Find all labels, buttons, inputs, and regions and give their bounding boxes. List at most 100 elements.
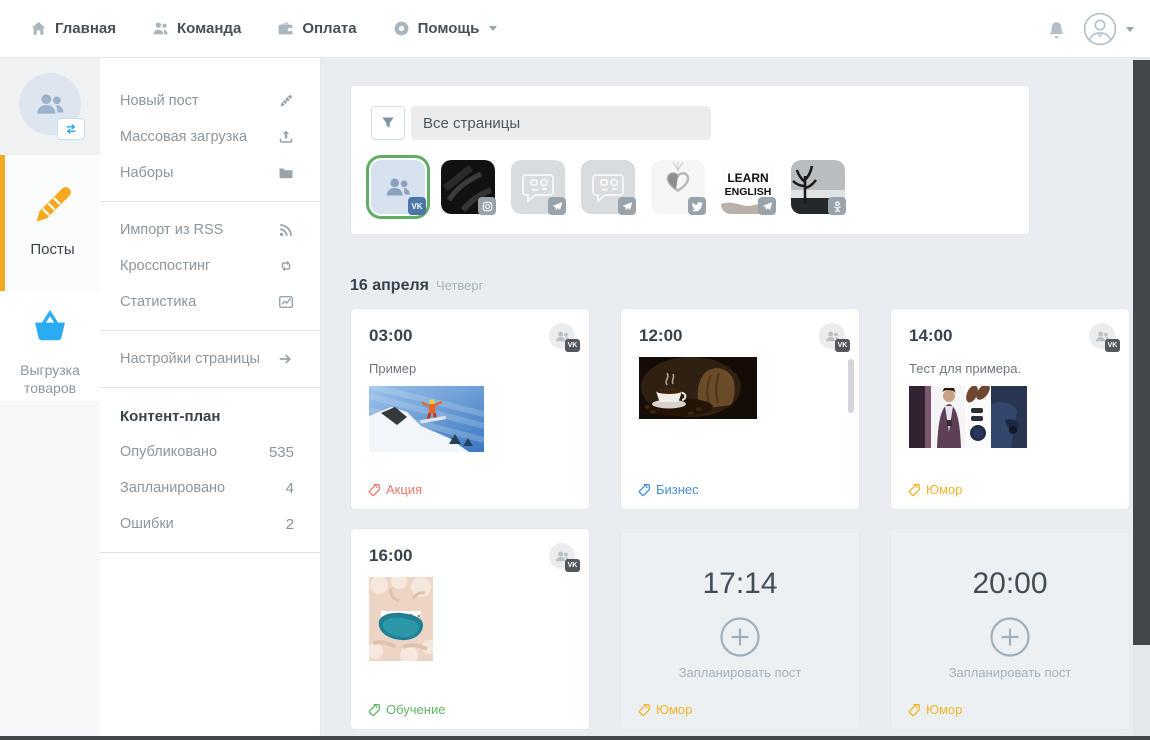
content-plan-label: Ошибки: [120, 516, 174, 532]
vk-badge-icon: VK: [1105, 339, 1120, 352]
post-text: Тест для примера.: [909, 361, 1022, 376]
empty-slot-card[interactable]: 17:14 Запланировать пост Юмор: [620, 528, 860, 730]
page-thumbnail-telegram[interactable]: [581, 160, 636, 215]
page-avatar: VK: [549, 543, 580, 572]
slot-time: 20:00: [972, 567, 1048, 600]
nav-item-team[interactable]: Команда: [152, 20, 241, 37]
sidebar-item-label: Настройки страницы: [120, 351, 260, 367]
rail-item-posts[interactable]: Посты: [0, 155, 100, 291]
sidebar-item[interactable]: Кросспостинг: [100, 248, 320, 284]
page-thumbnail-telegram[interactable]: LEARN ENGLISH: [721, 160, 776, 215]
pages-filter-input[interactable]: [411, 106, 711, 140]
svg-text:LEARN: LEARN: [727, 171, 768, 185]
sidebar-item[interactable]: Массовая загрузка: [100, 119, 320, 155]
odnoklassniki-icon: [831, 200, 844, 213]
post-tag[interactable]: Юмор: [907, 702, 962, 717]
vk-badge-icon: VK: [835, 339, 850, 352]
page-avatar: VK: [1089, 323, 1120, 352]
user-menu[interactable]: [1083, 12, 1134, 46]
post-cards-grid: 03:00 VK Пример Акция 12:00 VK Бизнес 14:00 VK Те…: [350, 308, 1133, 730]
nav-item-help[interactable]: Помощь: [393, 20, 498, 37]
sidebar-item-label: Импорт из RSS: [120, 222, 224, 238]
post-tag-label: Юмор: [926, 482, 963, 497]
post-tag[interactable]: Юмор: [637, 702, 692, 717]
main-scrollbar-thumb[interactable]: [1133, 60, 1150, 645]
weekday-label: Четверг: [435, 278, 484, 293]
nav-label: Главная: [55, 20, 117, 37]
schedule-post-label[interactable]: Запланировать пост: [909, 665, 1111, 680]
sidebar-item-label: Наборы: [120, 165, 174, 181]
funnel-icon: [380, 115, 396, 131]
account-section: [0, 58, 100, 155]
notifications-bell-icon[interactable]: [1046, 19, 1067, 40]
post-image[interactable]: [909, 386, 1111, 448]
post-image[interactable]: [639, 357, 841, 419]
vk-badge-icon: VK: [565, 559, 580, 572]
post-tag[interactable]: Акция: [367, 482, 422, 497]
content-plan-row[interactable]: Ошибки 2: [100, 506, 320, 542]
page-thumbnail-odnoklassniki[interactable]: [791, 160, 846, 215]
content-plan-label: Опубликовано: [120, 444, 218, 460]
plus-circle-icon[interactable]: [990, 617, 1030, 657]
post-tag[interactable]: Бизнес: [637, 482, 699, 497]
basket-icon: [31, 309, 69, 347]
post-tag-label: Юмор: [926, 702, 963, 717]
pencil-sm-icon: [278, 93, 294, 109]
sidebar-item[interactable]: Статистика: [100, 284, 320, 320]
content-plan-row[interactable]: Опубликовано 535: [100, 434, 320, 470]
empty-slot-card[interactable]: 20:00 Запланировать пост Юмор: [890, 528, 1130, 730]
sidebar-item[interactable]: Новый пост: [100, 83, 320, 119]
tag-icon: [367, 703, 381, 717]
post-card[interactable]: 03:00 VK Пример Акция: [350, 308, 590, 510]
post-image[interactable]: [369, 577, 571, 661]
divider: [100, 387, 320, 388]
pencil-icon: [31, 183, 75, 227]
sidebar-menu: Новый пост Массовая загрузка Наборы Импорт …: [100, 58, 321, 740]
chevron-down-icon: [1126, 26, 1134, 32]
sidebar-item[interactable]: Импорт из RSS: [100, 212, 320, 248]
vk-badge-icon: VK: [408, 197, 426, 215]
schedule-post-label[interactable]: Запланировать пост: [639, 665, 841, 680]
sidebar-item-label: Новый пост: [120, 93, 199, 109]
sidebar-item[interactable]: Наборы: [100, 155, 320, 191]
sidebar-item-label: Кросспостинг: [120, 258, 211, 274]
sidebar-item-label: Статистика: [120, 294, 197, 310]
post-image[interactable]: [369, 386, 571, 452]
page-thumbnail-instagram[interactable]: [441, 160, 496, 215]
sidebar-item[interactable]: Настройки страницы: [100, 341, 320, 377]
post-card[interactable]: 14:00 VK Тест для примера. Юмор: [890, 308, 1130, 510]
post-card[interactable]: 12:00 VK Бизнес: [620, 308, 860, 510]
switch-pages-badge[interactable]: [57, 118, 85, 140]
tag-icon: [907, 703, 921, 717]
post-time: 14:00: [909, 326, 953, 345]
post-card[interactable]: 16:00 VK Обучение: [350, 528, 590, 730]
content-plan-row[interactable]: Запланировано 4: [100, 470, 320, 506]
post-tag[interactable]: Обучение: [367, 702, 445, 717]
wallet-icon: [277, 20, 294, 37]
rail-item-goods-export[interactable]: Выгрузка товаров: [0, 291, 100, 401]
main-scrollbar-track[interactable]: [1133, 58, 1150, 740]
tag-icon: [367, 483, 381, 497]
folder-icon: [278, 165, 294, 181]
chevron-down-icon: [489, 26, 498, 31]
nav-item-payment[interactable]: Оплата: [277, 20, 357, 37]
post-tag[interactable]: Юмор: [907, 482, 962, 497]
post-tag-label: Юмор: [656, 702, 693, 717]
nav-item-home[interactable]: Главная: [30, 20, 116, 37]
date-header: 16 апреля Четверг: [350, 277, 1133, 295]
filter-button[interactable]: [371, 106, 405, 140]
card-scrollbar-thumb[interactable]: [848, 359, 854, 413]
instagram-icon: [481, 200, 494, 213]
home-icon: [30, 20, 47, 37]
window-bottom-edge: [0, 736, 1150, 740]
page-thumbnail-telegram[interactable]: [511, 160, 566, 215]
arrow-right-icon: [278, 351, 294, 367]
plus-circle-icon[interactable]: [720, 617, 760, 657]
nav-label: Оплата: [302, 20, 357, 37]
twitter-badge-icon: [688, 197, 706, 215]
telegram-icon: [551, 200, 564, 213]
telegram-icon: [621, 200, 634, 213]
page-thumbnail-vk[interactable]: VK: [366, 155, 430, 219]
page-thumbnail-twitter[interactable]: [651, 160, 706, 215]
lifebuoy-icon: [393, 20, 410, 37]
